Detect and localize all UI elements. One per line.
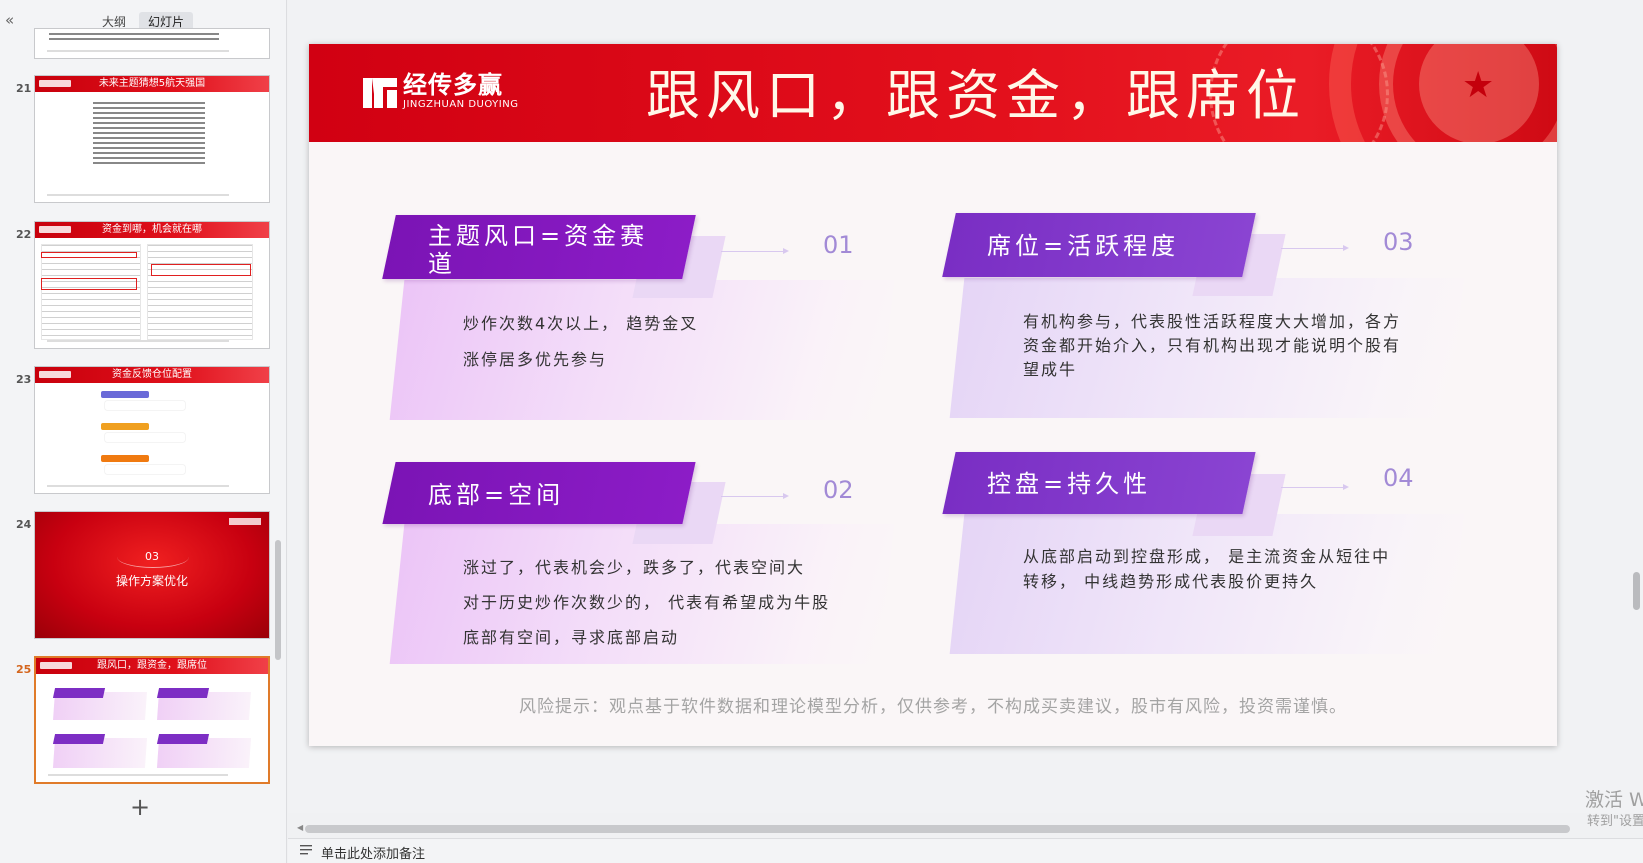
thumb-title: 跟风口，跟资金，跟席位 xyxy=(97,660,207,671)
section-03-arrow xyxy=(1281,245,1349,251)
activation-watermark-subtext: 转到"设置 xyxy=(1587,814,1643,829)
thumb-footer xyxy=(47,194,229,196)
thumb-header: 资金反馈仓位配置 xyxy=(35,367,269,383)
slide-thumbnail-21[interactable]: 未来主题猜想5航天强国 xyxy=(34,75,270,203)
brand-logo-icon xyxy=(363,78,397,108)
risk-disclaimer: 风险提示：观点基于软件数据和理论模型分析，仅供参考，不构成买卖建议，股市有风险，… xyxy=(519,697,1347,717)
slide-thumbnail-23[interactable]: 资金反馈仓位配置 xyxy=(34,366,270,494)
thumb-text-lines xyxy=(93,102,205,164)
section-04-text: 转移， 中线趋势形成代表股价更持久 xyxy=(1023,572,1319,591)
section-04-text: 从底部启动到控盘形成， 是主流资金从短往中 xyxy=(1023,547,1391,566)
thumb-section-tag xyxy=(156,688,210,698)
thumb-header: 未来主题猜想5航天强国 xyxy=(35,76,269,92)
thumb-step-tag xyxy=(101,391,149,398)
scroll-left-arrow-icon[interactable]: ◀ xyxy=(297,823,303,832)
star-icon: ★ xyxy=(1462,65,1495,106)
slide-header-banner: ★ 经传多赢 JINGZHUAN DUOYING 跟风口，跟资金，跟席位 xyxy=(309,44,1557,142)
section-02-text: 涨过了，代表机会少，跌多了，代表空间大 xyxy=(463,558,806,577)
section-04-arrow xyxy=(1281,484,1349,490)
add-slide-button[interactable]: + xyxy=(130,795,150,819)
notes-bar[interactable]: 单击此处添加备注 xyxy=(288,838,1643,863)
notes-icon xyxy=(300,845,312,855)
section-03-text: 有机构参与，代表股性活跃程度大大增加，各方 xyxy=(1023,312,1402,331)
section-01-number: 01 xyxy=(823,231,854,259)
thumb-highlight-box xyxy=(41,278,137,290)
section-04-number: 04 xyxy=(1383,464,1414,492)
brand-logo: 经传多赢 JINGZHUAN DUOYING xyxy=(363,71,523,112)
thumb-highlight-box xyxy=(151,264,251,276)
thumb-title: 资金反馈仓位配置 xyxy=(112,369,192,380)
section-02-text: 对于历史炒作次数少的， 代表有希望成为牛股 xyxy=(463,593,831,612)
section-01-arrow xyxy=(721,248,789,254)
vertical-scrollbar-thumb[interactable] xyxy=(1633,572,1640,610)
activation-watermark: 激活 W xyxy=(1585,789,1643,811)
slide-number: 21 xyxy=(16,82,32,95)
thumb-step-card xyxy=(105,401,185,410)
thumb-title: 资金到哪，机会就在哪 xyxy=(102,224,202,235)
slide-thumbnail-20[interactable] xyxy=(34,28,270,59)
section-03-text: 资金都开始介入，只有机构出现才能说明个股有 xyxy=(1023,336,1402,355)
section-03-heading: 席位=活跃程度 xyxy=(987,232,1180,260)
slide-number: 23 xyxy=(16,373,32,386)
slide-thumbnail-25[interactable]: 跟风口，跟资金，跟席位 xyxy=(34,656,270,784)
slide-number: 25 xyxy=(16,663,32,676)
section-04-heading: 控盘=持久性 xyxy=(987,470,1152,498)
thumb-step-card xyxy=(105,465,185,474)
section-01-text: 涨停居多优先参与 xyxy=(463,350,608,369)
section-03-number: 03 xyxy=(1383,228,1414,256)
slide-number: 24 xyxy=(16,518,32,531)
thumb-table xyxy=(41,244,141,340)
thumb-footer xyxy=(47,340,229,342)
thumb-header: 跟风口，跟资金，跟席位 xyxy=(36,658,268,674)
brand-logo-subtext: JINGZHUAN DUOYING xyxy=(403,99,519,110)
section-03-text: 望成牛 xyxy=(1023,360,1078,379)
panel-scrollbar[interactable] xyxy=(275,540,281,660)
thumb-footer xyxy=(47,485,229,487)
brand-logo-text: 经传多赢 xyxy=(403,71,503,99)
slide-panel: « 大纲 幻灯片 21 未来主题猜想5航天强国 22 资金到哪，机会就在哪 23 xyxy=(0,0,287,863)
thumb-section-number: 03 xyxy=(145,550,159,563)
thumb-section-tag xyxy=(52,688,106,698)
slide-thumbnail-22[interactable]: 资金到哪，机会就在哪 xyxy=(34,221,270,349)
thumb-table xyxy=(147,244,253,340)
collapse-panel-icon[interactable]: « xyxy=(5,11,14,29)
section-01-heading-line: 道 xyxy=(428,250,456,278)
section-01-heading: 主题风口=资金赛 道 xyxy=(428,222,648,278)
section-02-text: 底部有空间，寻求底部启动 xyxy=(463,628,680,647)
slide-thumbnail-24[interactable]: 03 操作方案优化 xyxy=(34,511,270,639)
thumb-title: 未来主题猜想5航天强国 xyxy=(98,78,206,89)
notes-placeholder[interactable]: 单击此处添加备注 xyxy=(321,843,425,862)
section-02-arrow xyxy=(721,493,789,499)
thumb-highlight-box xyxy=(41,252,137,258)
section-01-text: 炒作次数4次以上， 趋势金叉 xyxy=(463,314,699,333)
thumb-step-tag xyxy=(101,423,149,430)
section-02-heading: 底部=空间 xyxy=(428,481,565,509)
section-02-number: 02 xyxy=(823,476,854,504)
thumb-section-tag xyxy=(52,734,106,744)
thumb-step-card xyxy=(105,433,185,442)
thumb-footer xyxy=(47,50,229,52)
slide-number: 22 xyxy=(16,228,32,241)
thumb-header: 资金到哪，机会就在哪 xyxy=(35,222,269,238)
vertical-scrollbar[interactable] xyxy=(1630,0,1643,813)
thumb-text-lines xyxy=(49,33,219,43)
thumb-logo xyxy=(229,518,261,525)
thumb-title: 操作方案优化 xyxy=(115,574,188,588)
thumb-section-tag xyxy=(156,734,210,744)
thumb-step-tag xyxy=(101,455,149,462)
slide-canvas[interactable]: ★ 经传多赢 JINGZHUAN DUOYING 跟风口，跟资金，跟席位 主题风… xyxy=(309,44,1557,746)
slide-title: 跟风口，跟资金，跟席位 xyxy=(646,64,1306,127)
horizontal-scrollbar-thumb[interactable] xyxy=(305,825,1570,833)
thumb-footer xyxy=(48,774,228,776)
section-01-heading-line: 主题风口=资金赛 xyxy=(428,222,649,250)
